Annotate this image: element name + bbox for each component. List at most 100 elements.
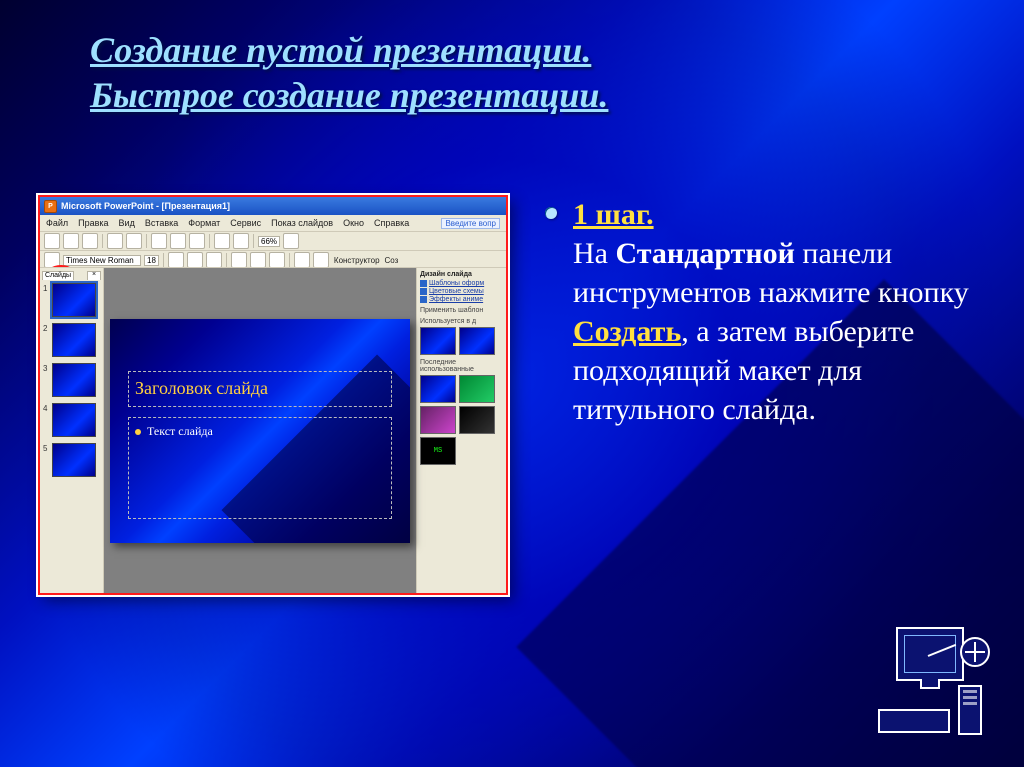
tab-slides[interactable]: Слайды xyxy=(42,271,74,280)
taskpane-title: Дизайн слайда xyxy=(420,271,503,278)
separator xyxy=(163,253,164,267)
design-thumb[interactable] xyxy=(459,406,495,434)
separator xyxy=(209,234,210,248)
menu-format[interactable]: Формат xyxy=(188,218,220,228)
separator xyxy=(289,253,290,267)
numbering-button[interactable] xyxy=(313,252,329,268)
design-thumb[interactable] xyxy=(420,327,456,355)
separator xyxy=(146,234,147,248)
redo-button[interactable] xyxy=(233,233,249,249)
bold-button[interactable] xyxy=(168,252,184,268)
design-thumb[interactable] xyxy=(420,406,456,434)
thumb-5[interactable]: 5 xyxy=(52,443,96,477)
separator xyxy=(253,234,254,248)
drive-slot xyxy=(963,696,977,699)
italic-button[interactable] xyxy=(187,252,203,268)
title-line2: Быстрое создание презентации. xyxy=(90,73,934,118)
tp-templates[interactable]: Шаблоны оформ xyxy=(420,280,503,287)
placeholder-title[interactable]: Заголовок слайда xyxy=(128,371,392,407)
placeholder-title-text: Заголовок слайда xyxy=(135,378,268,399)
menu-slideshow[interactable]: Показ слайдов xyxy=(271,218,333,228)
thumb-1-num: 1 xyxy=(43,284,47,293)
cut-button[interactable] xyxy=(151,233,167,249)
print-button[interactable] xyxy=(107,233,123,249)
undo-button[interactable] xyxy=(214,233,230,249)
align-left-button[interactable] xyxy=(231,252,247,268)
save-button[interactable] xyxy=(82,233,98,249)
drive-slot xyxy=(963,690,977,693)
menu-file[interactable]: Файл xyxy=(46,218,68,228)
bullets-button[interactable] xyxy=(294,252,310,268)
ppt-workarea: Слайды × 1 2 3 4 5 Заголовок слайда xyxy=(40,267,506,593)
menu-edit[interactable]: Правка xyxy=(78,218,108,228)
thumb-1[interactable]: 1 xyxy=(52,283,96,317)
zoom-value[interactable]: 66% xyxy=(258,236,280,247)
paste-button[interactable] xyxy=(189,233,205,249)
tp-anim-text: Эффекты аниме xyxy=(429,296,483,303)
task-pane: Дизайн слайда Шаблоны оформ Цветовые схе… xyxy=(416,268,506,593)
tp-thumbs-used xyxy=(420,327,503,355)
placeholder-body-text: Текст слайда xyxy=(147,424,213,439)
tp-anim[interactable]: Эффекты аниме xyxy=(420,296,503,303)
design-thumb[interactable] xyxy=(459,327,495,355)
align-center-button[interactable] xyxy=(250,252,266,268)
thumb-5-num: 5 xyxy=(43,444,47,453)
tp-apply-label: Применить шаблон xyxy=(420,307,503,314)
design-thumb[interactable] xyxy=(420,375,456,403)
square-icon xyxy=(420,288,427,295)
title-line1: Создание пустой презентации. xyxy=(90,28,934,73)
thumb-4-num: 4 xyxy=(43,404,47,413)
step-label: 1 шаг. xyxy=(573,198,654,231)
tp-colors-text: Цветовые схемы xyxy=(429,288,484,295)
design-thumb-ms[interactable]: MS xyxy=(420,437,456,465)
menu-tools[interactable]: Сервис xyxy=(230,218,261,228)
create-label: Создать xyxy=(573,315,681,348)
slide-edit-area: Заголовок слайда Текст слайда xyxy=(104,268,416,593)
ppt-titlebar: P Microsoft PowerPoint - [Презентация1] xyxy=(40,197,506,215)
thumb-3[interactable]: 3 xyxy=(52,363,96,397)
font-arrow[interactable] xyxy=(44,252,60,268)
thumb-2-num: 2 xyxy=(43,324,47,333)
menu-insert[interactable]: Вставка xyxy=(145,218,178,228)
thumb-4[interactable]: 4 xyxy=(52,403,96,437)
body-text: 1 шаг. На Стандартной панели инструменто… xyxy=(545,195,969,429)
ppt-title-text: Microsoft PowerPoint - [Презентация1] xyxy=(61,201,230,211)
ppt-toolbar-standard: 66% xyxy=(40,231,506,250)
tp-thumbs-recent: MS xyxy=(420,375,503,465)
design-thumb[interactable] xyxy=(459,375,495,403)
tp-recent-label: Последние использованные xyxy=(420,359,503,373)
help-hint[interactable]: Введите вопр xyxy=(441,218,500,229)
font-size[interactable]: 18 xyxy=(144,255,159,266)
separator xyxy=(102,234,103,248)
tp-used-label: Используется в д xyxy=(420,318,503,325)
slide-root: Создание пустой презентации. Быстрое соз… xyxy=(0,0,1024,767)
body-bold-std: Стандартной xyxy=(615,237,794,270)
powerpoint-icon: P xyxy=(44,200,57,213)
help-button[interactable] xyxy=(283,233,299,249)
thumbnail-panel: Слайды × 1 2 3 4 5 xyxy=(40,268,104,593)
font-name[interactable]: Times New Roman xyxy=(63,255,141,266)
ppt-menubar: Файл Правка Вид Вставка Формат Сервис По… xyxy=(40,215,506,231)
keyboard-icon xyxy=(878,709,950,733)
monitor-stand xyxy=(920,679,940,689)
open-button[interactable] xyxy=(63,233,79,249)
thumb-3-num: 3 xyxy=(43,364,47,373)
new-button[interactable] xyxy=(44,233,60,249)
thumb-2[interactable]: 2 xyxy=(52,323,96,357)
align-right-button[interactable] xyxy=(269,252,285,268)
close-panel-icon[interactable]: × xyxy=(87,271,101,280)
tp-colors[interactable]: Цветовые схемы xyxy=(420,288,503,295)
soz-button[interactable]: Соз xyxy=(385,256,399,265)
menu-help[interactable]: Справка xyxy=(374,218,409,228)
menu-view[interactable]: Вид xyxy=(119,218,135,228)
computer-clipart xyxy=(876,627,986,737)
current-slide[interactable]: Заголовок слайда Текст слайда xyxy=(110,319,410,543)
ms-logo-text: MS xyxy=(434,447,442,455)
copy-button[interactable] xyxy=(170,233,186,249)
preview-button[interactable] xyxy=(126,233,142,249)
powerpoint-screenshot: P Microsoft PowerPoint - [Презентация1] … xyxy=(38,195,508,595)
placeholder-body[interactable]: Текст слайда xyxy=(128,417,392,519)
menu-window[interactable]: Окно xyxy=(343,218,364,228)
underline-button[interactable] xyxy=(206,252,222,268)
konstruktor-button[interactable]: Конструктор xyxy=(334,256,380,265)
